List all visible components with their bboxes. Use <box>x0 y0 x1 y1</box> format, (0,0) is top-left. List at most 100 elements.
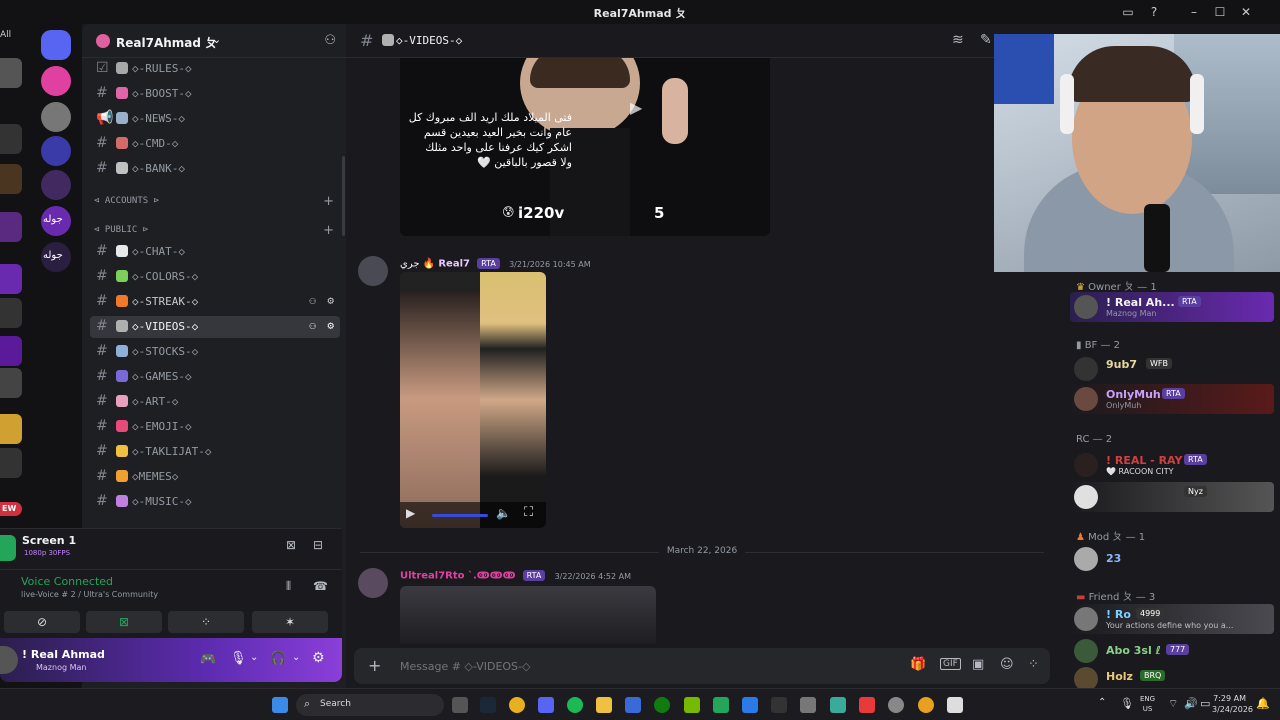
threads-icon[interactable]: ≋ <box>952 32 964 48</box>
emoji-picker-icon[interactable]: ☺ <box>1000 657 1014 672</box>
member-item[interactable]: Abo 3sl ℓ 777 <box>1070 636 1274 666</box>
invite-icon[interactable]: ⚇ <box>324 33 336 48</box>
xbox-icon[interactable] <box>654 697 670 713</box>
stop-stream-icon[interactable]: ⊠ <box>286 538 296 552</box>
invite-member-icon[interactable]: ⚇ <box>309 319 316 332</box>
play-icon[interactable]: ▶ <box>406 506 415 520</box>
nvidia-icon[interactable] <box>684 697 700 713</box>
video-embed[interactable]: ▶ فتى الميلاد ملك اريد الف مبروك كل عام … <box>400 58 770 236</box>
headphones-icon[interactable]: 🎧 <box>270 651 286 666</box>
steam-icon[interactable] <box>480 697 496 713</box>
gift-icon[interactable]: 🎁 <box>910 657 926 672</box>
category-accounts[interactable]: ⊲ ACCOUNTS ⊳ <box>94 196 159 206</box>
message-author[interactable]: Ultreal7Rto `.ↂↂↂ <box>400 571 515 582</box>
language-indicator[interactable]: ENG US <box>1140 694 1155 714</box>
video-embed[interactable] <box>400 586 656 644</box>
soundboard-icon[interactable]: ⫴ <box>286 579 291 594</box>
server-icon[interactable] <box>0 264 22 294</box>
server-icon[interactable] <box>0 448 22 478</box>
sticker-icon[interactable]: ▣ <box>972 657 984 672</box>
gear-icon[interactable]: ⚙ <box>312 650 325 666</box>
server-icon[interactable]: جوله <box>41 242 71 272</box>
channel-item[interactable]: # ◇-STOCKS-◇ <box>90 341 340 363</box>
app-icon[interactable] <box>859 697 875 713</box>
channel-item[interactable]: # ◇-ART-◇ <box>90 391 340 413</box>
channel-item[interactable]: # ◇-CHAT-◇ <box>90 241 340 263</box>
avatar[interactable] <box>358 568 388 598</box>
screen-share-button[interactable]: ⊠ <box>86 611 162 633</box>
app-icon[interactable] <box>742 697 758 713</box>
member-item[interactable]: ! Ro 4999 Your actions define who you a..… <box>1070 604 1274 634</box>
file-explorer-icon[interactable] <box>596 697 612 713</box>
server-icon[interactable] <box>0 58 22 88</box>
channel-item-active[interactable]: # ◇-VIDEOS-◇ ⚇ ⚙ <box>90 316 340 338</box>
volume-icon[interactable]: 🔈 <box>496 506 511 520</box>
taskbar-search[interactable]: ⌕ Search <box>296 694 444 716</box>
server-icon[interactable] <box>41 170 71 200</box>
app-icon[interactable] <box>830 697 846 713</box>
channel-item[interactable]: ☑ ◇-RULES-◇ <box>90 58 340 80</box>
wifi-icon[interactable]: ⌔ <box>1168 697 1178 711</box>
battery-icon[interactable]: ▭ <box>1200 697 1210 710</box>
gif-icon[interactable]: GIF <box>940 658 961 670</box>
server-icon[interactable] <box>0 212 22 242</box>
server-icon[interactable] <box>0 368 22 398</box>
dm-home-icon[interactable] <box>41 30 71 60</box>
chevron-down-icon[interactable]: ⌄ <box>292 652 300 663</box>
server-icon[interactable]: جوله <box>41 206 71 236</box>
clock[interactable]: 7:29 AM 3/24/2026 <box>1212 693 1253 715</box>
channel-item[interactable]: # ◇-GAMES-◇ <box>90 366 340 388</box>
microphone-icon[interactable]: 🎙 <box>230 651 247 666</box>
channel-item[interactable]: 📢 ◇-NEWS-◇ <box>90 108 340 130</box>
member-item[interactable]: 23 <box>1070 544 1274 574</box>
close-button[interactable]: ✕ <box>1238 4 1254 20</box>
server-icon[interactable] <box>41 66 71 96</box>
soundboard-button[interactable]: ✶ <box>252 611 328 633</box>
chrome-icon[interactable] <box>509 697 525 713</box>
inbox-icon[interactable]: ▭ <box>1120 4 1136 20</box>
server-icon[interactable] <box>0 124 22 154</box>
member-item[interactable]: OnlyMuh RTA OnlyMuh <box>1070 384 1274 414</box>
chevron-down-icon[interactable]: ⌄ <box>250 652 258 663</box>
channel-item[interactable]: # ◇-STREAK-◇ ⚇ ⚙ <box>90 291 340 313</box>
discord-icon[interactable] <box>538 697 554 713</box>
store-icon[interactable] <box>625 697 641 713</box>
channel-item[interactable]: # ◇-MUSIC-◇ <box>90 491 340 513</box>
category-public[interactable]: ⊲ PUBLIC ⊳ <box>94 225 148 235</box>
windows-start-icon[interactable] <box>272 697 288 713</box>
avatar[interactable] <box>358 256 388 286</box>
video-embed[interactable]: ▶ 🔈 ⛶ <box>400 272 546 528</box>
maximize-button[interactable]: ☐ <box>1212 4 1228 20</box>
microphone-tray-icon[interactable]: 🎙 <box>1120 697 1134 710</box>
apps-icon[interactable]: ⁘ <box>1028 657 1039 672</box>
channel-item[interactable]: # ◇-COLORS-◇ <box>90 266 340 288</box>
add-channel-icon[interactable]: + <box>323 223 334 238</box>
invite-member-icon[interactable]: ⚇ <box>309 294 316 307</box>
guild-header[interactable]: Real7Ahmad ㄆ ⌄ ⚇ <box>82 24 346 58</box>
channel-item[interactable]: # ◇MEMES◇ <box>90 466 340 488</box>
popout-icon[interactable]: ⊟ <box>313 538 323 552</box>
play-icon[interactable]: ▶ <box>630 98 642 117</box>
channel-item[interactable]: # ◇-TAKLIJAT-◇ <box>90 441 340 463</box>
server-icon[interactable] <box>0 414 22 444</box>
message-input[interactable] <box>400 656 820 676</box>
controller-icon[interactable]: 🎮 <box>200 652 216 667</box>
fullscreen-icon[interactable]: ⛶ <box>524 505 533 520</box>
channel-item[interactable]: # ◇-BOOST-◇ <box>90 83 340 105</box>
channel-item[interactable]: # ◇-BANK-◇ <box>90 158 340 180</box>
server-icon[interactable] <box>41 102 71 132</box>
play-app-icon[interactable] <box>713 697 729 713</box>
help-icon[interactable]: ? <box>1146 4 1162 20</box>
message-author[interactable]: Real7 <box>438 259 470 270</box>
spotify-icon[interactable] <box>567 697 583 713</box>
video-progress[interactable] <box>432 514 488 517</box>
gear-icon[interactable]: ⚙ <box>327 294 334 307</box>
app-icon[interactable] <box>771 697 787 713</box>
member-item[interactable]: ! REAL - RAY RTA 🤍 RACOON CITY <box>1070 450 1274 480</box>
channel-item[interactable]: # ◇-EMOJI-◇ <box>90 416 340 438</box>
voice-channel[interactable]: live-Voice # 2 / Ultra's Community <box>21 590 158 599</box>
server-icon[interactable] <box>0 336 22 366</box>
sidebar-scrollbar[interactable] <box>342 156 345 236</box>
app-icon[interactable] <box>918 697 934 713</box>
server-icon[interactable] <box>41 136 71 166</box>
